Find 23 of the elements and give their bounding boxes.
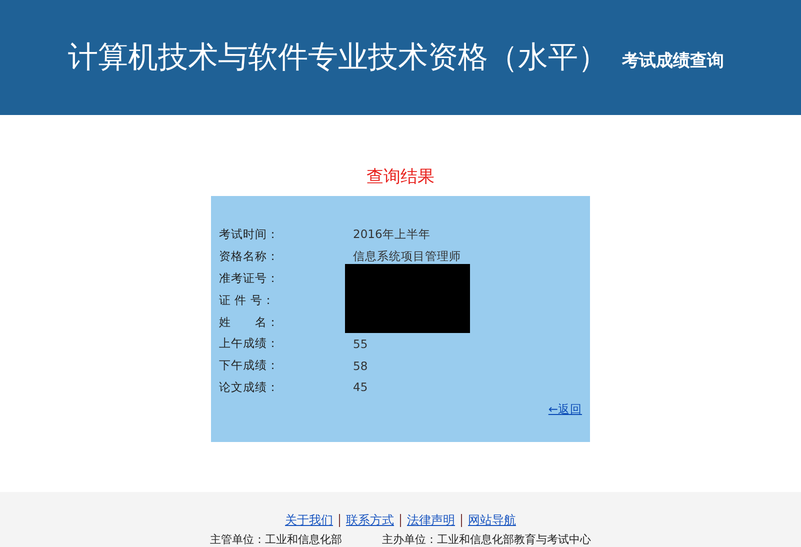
page-title: 计算机技术与软件专业技术资格（水平） [68, 40, 608, 76]
footer-link[interactable]: 关于我们 [285, 512, 333, 529]
field-label: 下午成绩： [219, 358, 280, 374]
footer-link[interactable]: 网站导航 [468, 512, 516, 529]
result-heading: 查询结果 [366, 166, 434, 188]
field-label: 准考证号： [219, 270, 280, 286]
field-value: 45 [353, 380, 368, 394]
field-label: 资格名称： [219, 249, 280, 264]
field-label: 姓 名： [219, 314, 280, 330]
credit-text: 主管单位：工业和信息化部 [210, 532, 342, 547]
field-value: 2016年上半年 [353, 227, 430, 242]
back-link[interactable]: ←返回 [548, 402, 582, 418]
field-value: 55 [353, 336, 368, 351]
field-label: 论文成绩： [219, 380, 280, 395]
field-value: 58 [353, 358, 368, 373]
field-value: 信息系统项目管理师 [353, 249, 461, 264]
footer-link[interactable]: 法律声明 [407, 512, 455, 529]
footer-link[interactable]: 联系方式 [346, 512, 394, 529]
page-subtitle: 考试成绩查询 [622, 50, 724, 72]
field-label: 证 件 号： [219, 292, 276, 308]
field-label: 考试时间： [219, 227, 280, 242]
field-label: 上午成绩： [219, 336, 280, 352]
credit-text: 主办单位：工业和信息化部教育与考试中心 [382, 532, 591, 547]
